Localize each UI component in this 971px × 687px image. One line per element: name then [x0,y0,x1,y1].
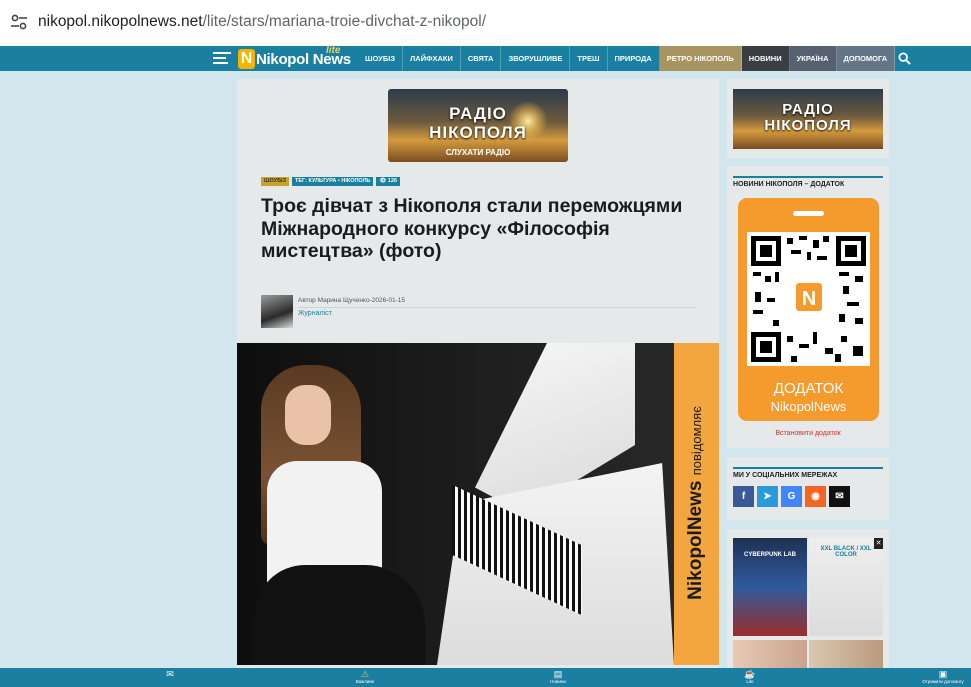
radio-banner[interactable]: РАДІО НІКОПОЛЯ СЛУХАТИ РАДІО [388,89,568,162]
views-count: 126 [387,178,398,184]
bottom-label-help: Отримати допомогу [922,679,964,684]
telegram-icon[interactable]: ➤ [757,486,778,507]
bottom-label-lite: Lite [746,679,754,684]
ad-cyberpunk[interactable]: CYBERPUNK LAB [733,538,807,636]
svg-text:N: N [802,288,816,310]
url-text[interactable]: nikopol.nikopolnews.net/lite/stars/maria… [38,13,486,31]
nav-item-retro[interactable]: РЕТРО НІКОПОЛЬ [659,46,742,71]
nav-item-news[interactable]: НОВИНИ [741,46,790,71]
app-label-line1: ДОДАТОК [773,380,844,397]
author-meta: Автор Марина Щученко-2026-01-15 [298,297,405,304]
browser-address-bar[interactable]: nikopol.nikopolnews.net/lite/stars/maria… [0,0,971,46]
article-title: Троє дівчат з Нікополя стали переможцями… [261,195,683,262]
bottom-item-lite[interactable]: ☕ Lite [740,669,760,685]
ad-cyberpunk-label: CYBERPUNK LAB [743,552,796,558]
camera-icon: ▣ [938,669,948,679]
warning-icon: ⚠ [360,669,370,679]
author-avatar[interactable] [261,295,293,328]
facebook-icon[interactable]: f [733,486,754,507]
bottom-label-news: Новини [550,679,566,684]
site-logo[interactable]: N Nikopol News lite [238,45,351,71]
author-block: Автор Марина Щученко-2026-01-15 Журналіс… [261,295,697,329]
mail-icon: ✉ [166,669,174,679]
nav-item-holidays[interactable]: СВЯТА [461,46,502,71]
bottom-label-important: Важливе [355,679,375,684]
radio-banner-line1: РАДІО [449,104,507,123]
lite-icon: ☕ [744,669,756,679]
social-links: f ➤ G ◉ ✉ [733,486,850,507]
sidebar-social-box: МИ У СОЦІАЛЬНИХ МЕРЕЖАХ f ➤ G ◉ ✉ [727,457,889,520]
hamburger-menu-icon[interactable] [213,52,231,65]
girl-skirt-graphic [255,565,425,665]
qr-code: N [747,232,870,366]
main-nav: ШОУБІЗ ЛАЙФХАКИ СВЯТА ЗВОРУШЛИВЕ ТРЕШ ПР… [358,46,896,71]
ad-ink-label: XXL BLACK / XXL COLOR [820,546,872,558]
nav-item-lifehacks[interactable]: ЛАЙФХАКИ [403,46,461,71]
author-role[interactable]: Журналіст [298,310,332,317]
category-badge[interactable]: ШОУБІЗ [261,177,290,186]
sidebar-radio-line1: РАДІО [782,101,834,118]
social-section-title: МИ У СОЦІАЛЬНИХ МЕРЕЖАХ [733,467,883,479]
sidebar-radio-box: РАДІО НІКОПОЛЯ [727,79,889,158]
close-ad-icon[interactable]: ✕ [874,538,883,549]
logo-letter: N [238,49,255,69]
divider [298,307,697,308]
google-icon[interactable]: G [781,486,802,507]
site-navbar: N Nikopol News lite ШОУБІЗ ЛАЙФХАКИ СВЯТ… [0,45,971,71]
url-host: nikopol.nikopolnews.net [38,13,203,30]
app-label-line2: NikopolNews [770,399,847,414]
radio-banner-line2: НІКОПОЛЯ [429,123,527,142]
email-icon[interactable]: ✉ [829,486,850,507]
nav-item-trash[interactable]: ТРЕШ [570,46,608,71]
app-phone-graphic[interactable]: N ДОДАТОК NikopolNews [738,198,879,421]
article-photo[interactable]: NikopolNews повідомляє [237,343,719,665]
girl-face-graphic [285,385,331,445]
bottom-nav-bar: ✉ ⚠ Важливе ▤ Новини ☕ Lite ▣ Отримати д… [0,668,971,687]
bottom-item-mail[interactable]: ✉ [160,669,180,679]
nav-item-help[interactable]: ДОПОМОГА [836,46,896,71]
nav-item-ukraine[interactable]: УКРАЇНА [789,46,837,71]
eye-icon: 👁 [379,178,388,184]
url-path: /lite/stars/mariana-troie-divchat-z-niko… [202,13,486,30]
rss-icon[interactable]: ◉ [805,486,826,507]
ad-tile-3[interactable] [733,640,807,670]
bottom-item-news[interactable]: ▤ Новини [544,669,572,685]
news-icon: ▤ [553,669,563,679]
phone-notch [793,211,824,216]
nav-item-touching[interactable]: ЗВОРУШЛИВЕ [501,46,571,71]
article-tags: ШОУБІЗ ТЕГ: КУЛЬТУРА • НІКОПОЛЬ 👁 126 [261,177,401,186]
photo-brand-name: NikopolNews [685,480,706,600]
sidebar-ads-box: CYBERPUNK LAB XXL BLACK / XXL COLOR ✕ [727,529,889,670]
sidebar-radio-line2: НІКОПОЛЯ [764,117,852,134]
photo-brand-text: NikopolNews повідомляє [685,406,707,600]
photo-brand-suffix: повідомляє [689,406,704,476]
bottom-item-important[interactable]: ⚠ Важливе [350,669,380,685]
nav-item-nature[interactable]: ПРИРОДА [608,46,660,71]
views-badge: 👁 126 [376,177,401,186]
site-settings-icon[interactable] [9,12,29,32]
ad-ink-cartridges[interactable]: XXL BLACK / XXL COLOR ✕ [809,538,883,636]
sidebar-radio-banner[interactable]: РАДІО НІКОПОЛЯ [733,89,883,149]
ad-tile-4[interactable] [809,640,883,670]
sidebar-app-box: НОВИНИ НІКОПОЛЯ – ДОДАТОК N ДОДАТОК Niko… [727,166,889,448]
bottom-item-help[interactable]: ▣ Отримати допомогу [918,669,968,685]
install-app-link[interactable]: Встановити додаток [727,430,889,437]
radio-banner-cta: СЛУХАТИ РАДІО [445,148,511,157]
logo-badge: lite [326,45,341,56]
tags-badge[interactable]: ТЕГ: КУЛЬТУРА • НІКОПОЛЬ [292,177,374,186]
article-column: РАДІО НІКОПОЛЯ СЛУХАТИ РАДІО ШОУБІЗ ТЕГ:… [237,79,719,669]
nav-item-showbiz[interactable]: ШОУБІЗ [358,46,404,71]
app-section-title: НОВИНИ НІКОПОЛЯ – ДОДАТОК [733,176,883,188]
search-icon[interactable] [898,52,911,65]
